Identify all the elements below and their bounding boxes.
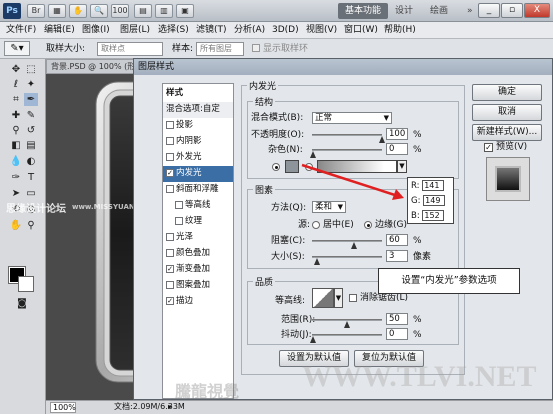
rgb-callout: R: 141 G: 149 B: 152 (407, 177, 454, 224)
r-label: R: (411, 181, 420, 191)
r-value: 141 (422, 180, 445, 191)
b-value: 152 (422, 210, 445, 221)
rgb-row-r: R: 141 (411, 180, 445, 192)
b-label: B: (411, 211, 420, 221)
g-label: G: (411, 196, 421, 206)
rgb-row-b: B: 152 (411, 210, 445, 222)
g-value: 149 (423, 195, 446, 206)
watermark-url: WWW.TLVI.NET (302, 360, 537, 393)
annotation-arrow (301, 163, 399, 198)
rgb-row-g: G: 149 (411, 195, 446, 207)
watermark-brand: 騰龍視覺 (175, 382, 240, 401)
red-arrow-overlay (301, 163, 404, 200)
instruction-note: 设置“内发光”参数选项 (378, 268, 520, 294)
